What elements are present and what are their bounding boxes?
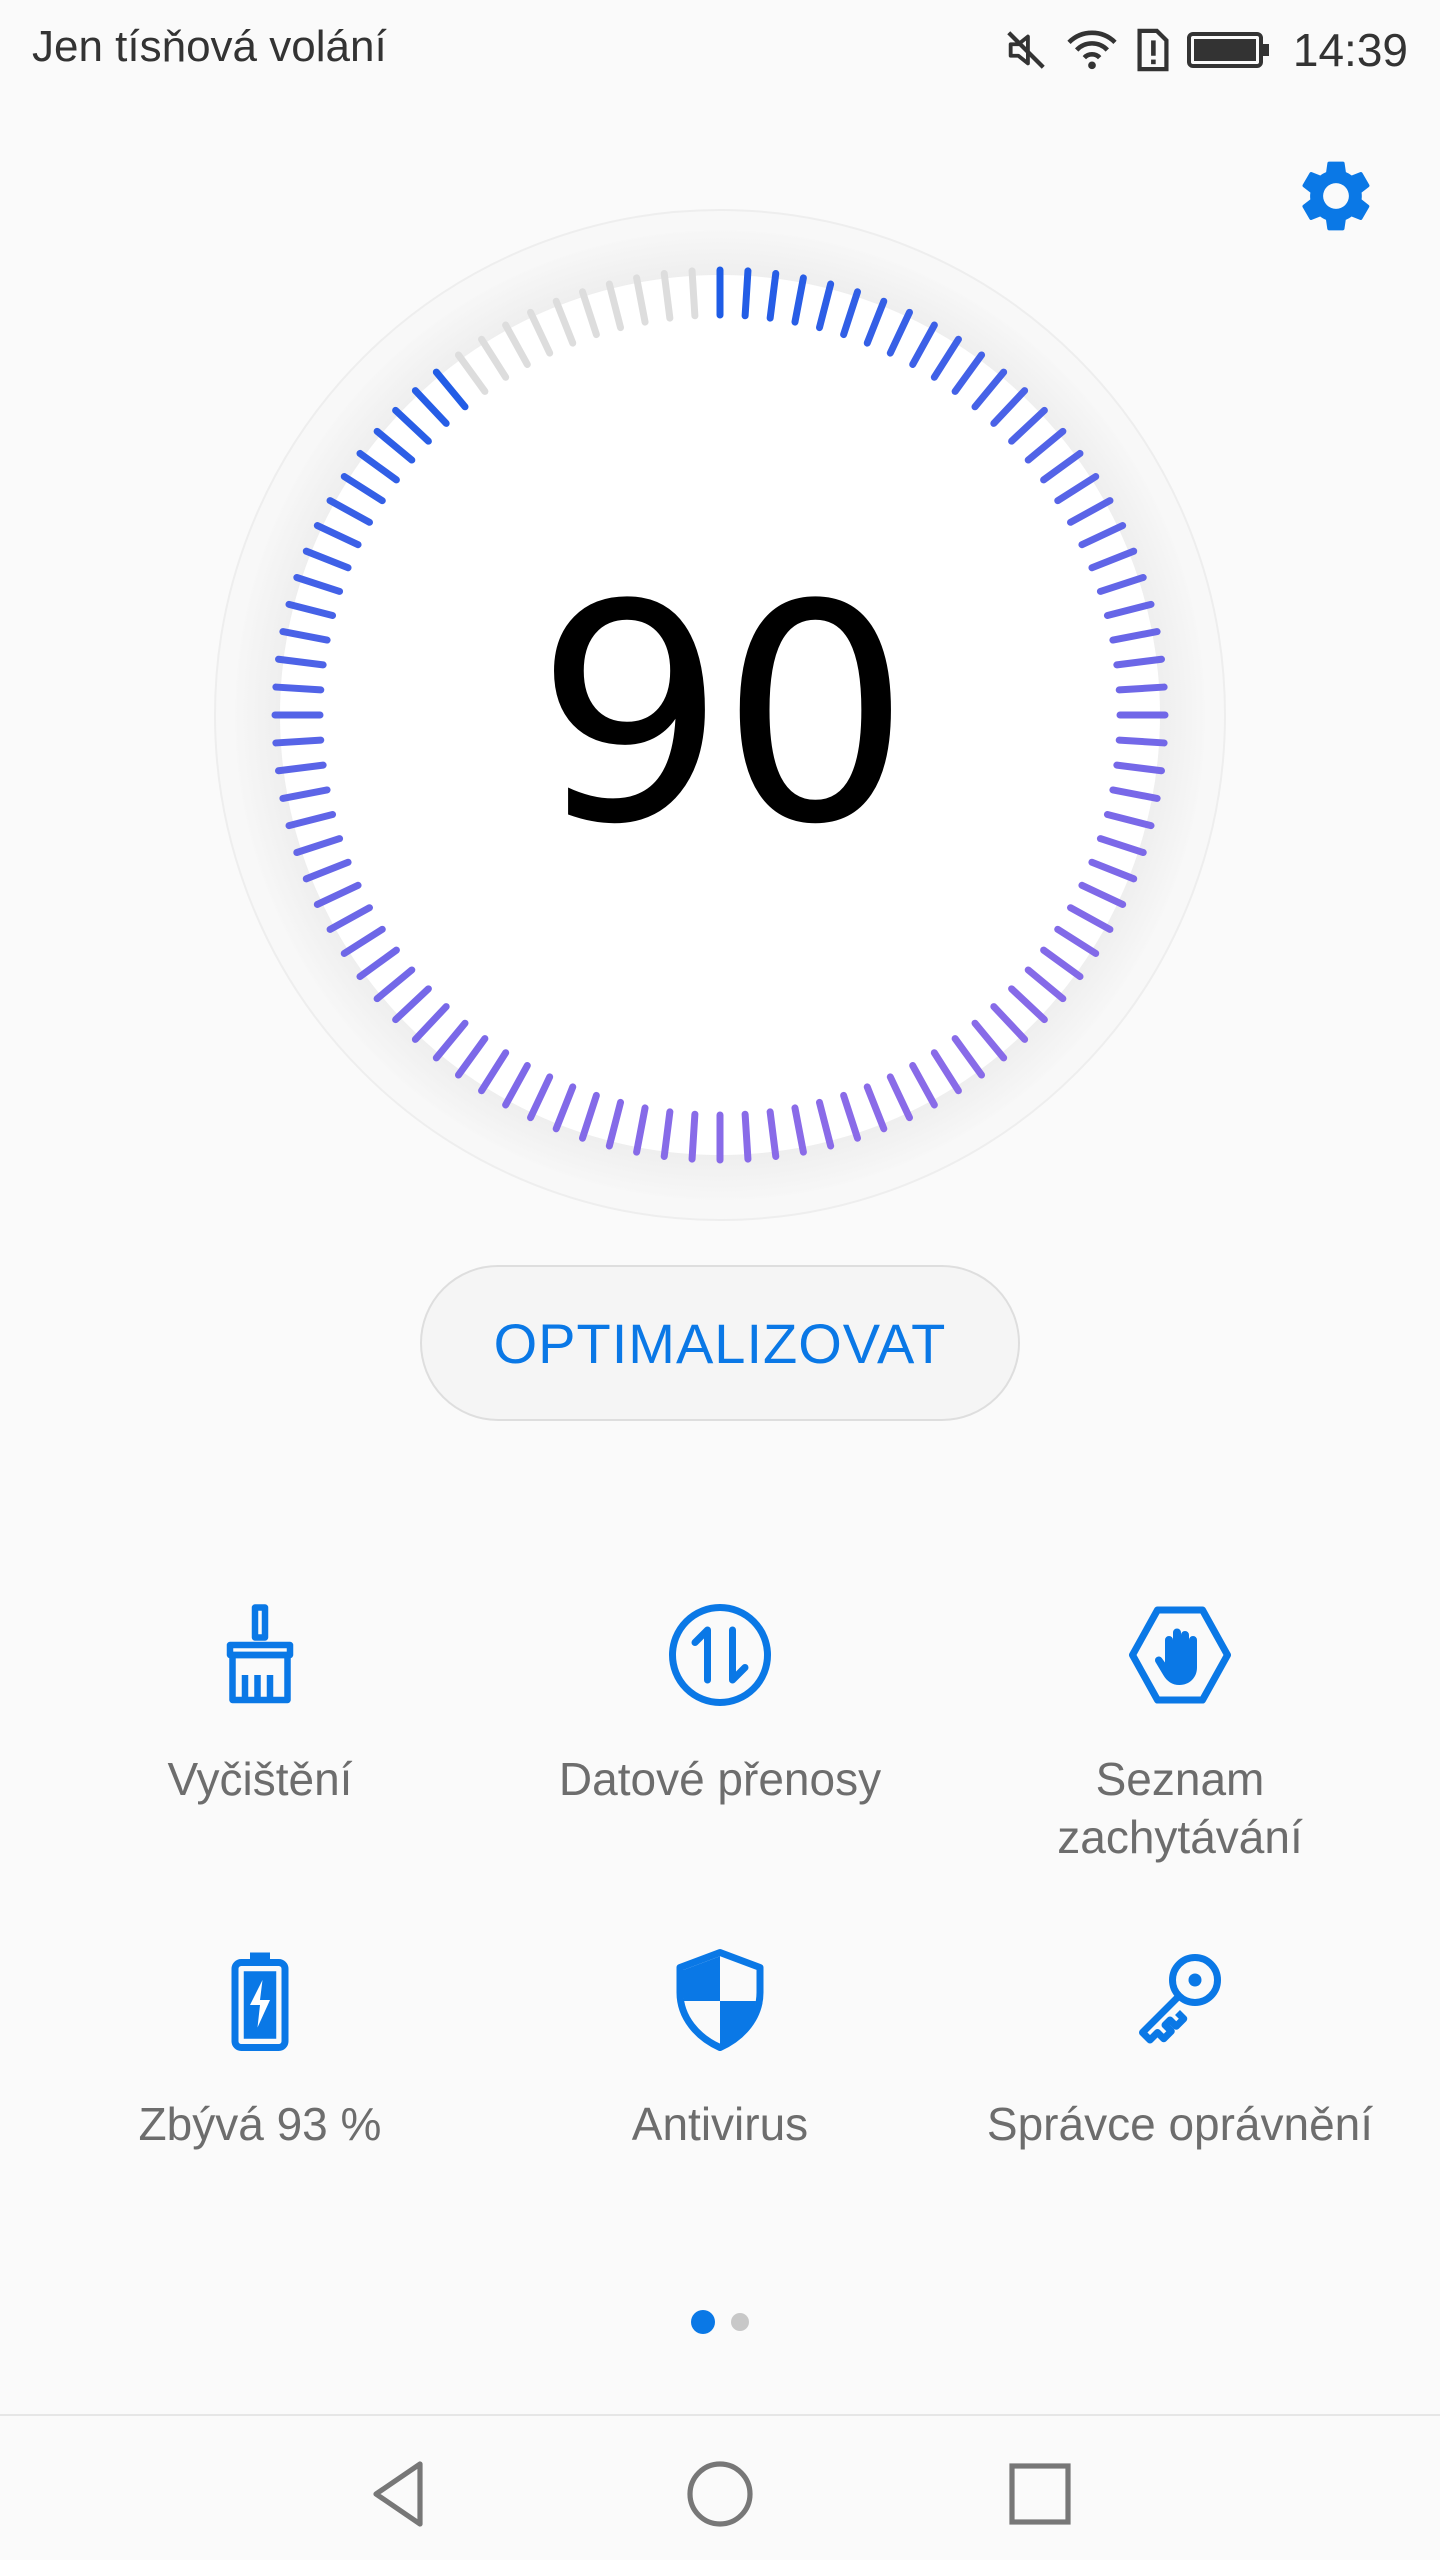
tool-antivirus[interactable]: Antivirus (490, 1945, 950, 2153)
recents-icon[interactable] (1000, 2454, 1080, 2534)
tool-label: Zbývá 93 % (138, 2098, 382, 2150)
score-dial: 90 (210, 205, 1230, 1225)
back-icon[interactable] (360, 2454, 440, 2534)
tool-block-list[interactable]: Seznam zachytávání (950, 1600, 1410, 1866)
tool-label: Seznam zachytávání (1057, 1753, 1303, 1863)
tool-cleanup[interactable]: Vyčištění (30, 1600, 490, 1808)
settings-gear-icon[interactable] (1293, 153, 1379, 239)
data-transfer-icon (665, 1600, 775, 1710)
broom-icon (205, 1600, 315, 1710)
score-value: 90 (535, 540, 911, 890)
home-icon[interactable] (680, 2454, 760, 2534)
sim-alert-icon (1135, 27, 1171, 73)
tool-label: Správce oprávnění (986, 2098, 1374, 2150)
tool-label: Vyčištění (167, 1753, 353, 1805)
wifi-icon (1065, 27, 1119, 73)
tool-data-transfers[interactable]: Datové přenosy (490, 1600, 950, 1808)
mute-icon (1003, 27, 1049, 73)
battery-icon (1186, 30, 1271, 70)
page-indicator (0, 2310, 1440, 2334)
optimize-button[interactable]: OPTIMALIZOVAT (420, 1265, 1020, 1421)
battery-charging-icon (205, 1945, 315, 2055)
carrier-text: Jen tísňová volání (32, 22, 387, 71)
tool-label: Datové přenosy (558, 1753, 882, 1805)
page-dot[interactable] (731, 2313, 749, 2331)
shield-icon (665, 1945, 775, 2055)
clock: 14:39 (1292, 24, 1408, 76)
tool-battery[interactable]: Zbývá 93 % (30, 1945, 490, 2153)
tool-permission-manager[interactable]: Správce oprávnění (950, 1945, 1410, 2153)
block-hand-icon (1125, 1600, 1235, 1710)
navigation-bar (0, 2414, 1440, 2560)
status-bar: Jen tísňová volání 14:39 (0, 0, 1440, 100)
key-icon (1125, 1945, 1235, 2055)
page-dot-active[interactable] (691, 2310, 715, 2334)
tool-label: Antivirus (631, 2098, 809, 2150)
status-icons: 14:39 (1003, 18, 1408, 82)
